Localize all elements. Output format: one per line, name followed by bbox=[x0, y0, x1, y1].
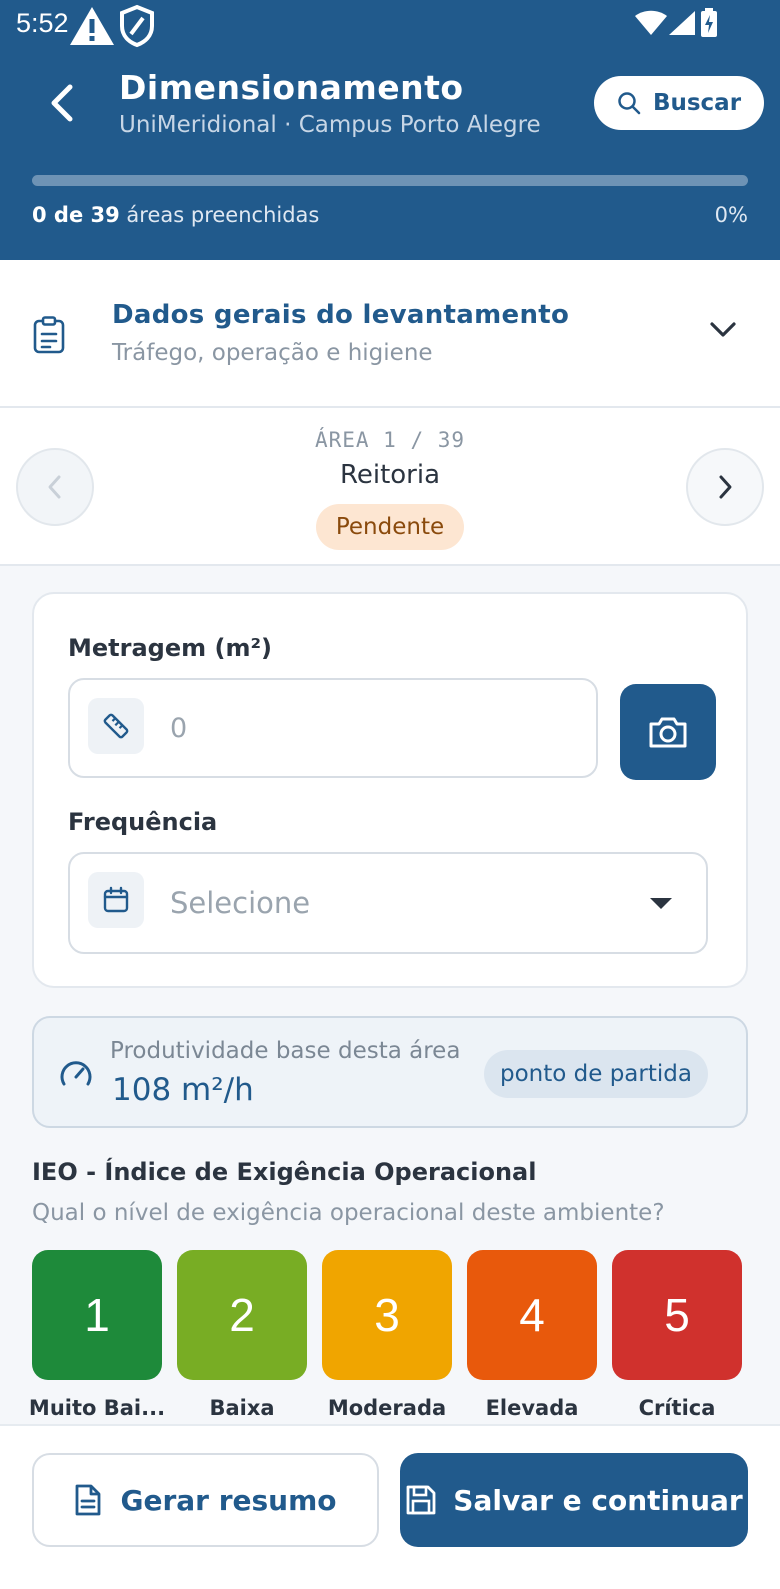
battery-icon bbox=[700, 8, 718, 42]
ieo-level-2-value: 2 bbox=[229, 1289, 255, 1341]
ieo-level-5-button[interactable]: 5 bbox=[612, 1250, 742, 1380]
area-form-card: Metragem (m²) 0 Frequência Selecione bbox=[32, 592, 748, 988]
shield-icon bbox=[118, 4, 156, 52]
ieo-level-1-button[interactable]: 1 bbox=[32, 1250, 162, 1380]
progress-count: 0 de 39 bbox=[32, 203, 120, 227]
back-button[interactable] bbox=[40, 78, 84, 128]
search-button[interactable]: Buscar bbox=[594, 76, 764, 130]
status-badge: Pendente bbox=[316, 504, 464, 550]
ieo-level-3-value: 3 bbox=[374, 1289, 400, 1341]
ieo-level-2-button[interactable]: 2 bbox=[177, 1250, 307, 1380]
save-continue-button[interactable]: Salvar e continuar bbox=[400, 1453, 748, 1547]
wifi-icon bbox=[634, 10, 668, 40]
ieo-level-5-value: 5 bbox=[664, 1289, 690, 1341]
ieo-question: Qual o nível de exigência operacional de… bbox=[32, 1200, 665, 1226]
ruler-icon bbox=[88, 698, 144, 754]
ieo-level-3-label: Moderada bbox=[327, 1396, 447, 1420]
productivity-value: 108 m²/h bbox=[112, 1072, 254, 1108]
area-size-label: Metragem (m²) bbox=[68, 634, 272, 662]
progress-text: 0 de 39 áreas preenchidas bbox=[32, 203, 319, 227]
document-icon bbox=[76, 1484, 101, 1516]
arrow-left-icon bbox=[51, 84, 73, 122]
dropdown-caret-icon bbox=[650, 898, 672, 909]
ieo-level-1-value: 1 bbox=[84, 1289, 110, 1341]
chevron-right-icon bbox=[719, 475, 732, 499]
generate-summary-label: Gerar resumo bbox=[120, 1483, 337, 1517]
ieo-level-1-label: Muito Bai... bbox=[28, 1396, 166, 1420]
area-size-input[interactable]: 0 bbox=[68, 678, 598, 778]
calendar-icon bbox=[88, 872, 144, 928]
app-header: 5:52 Dimensionamento UniMeridional · Cam… bbox=[0, 0, 780, 260]
productivity-card: Produtividade base desta área 108 m²/h p… bbox=[32, 1016, 748, 1128]
chevron-down-icon bbox=[708, 320, 738, 344]
ieo-level-4-value: 4 bbox=[519, 1289, 545, 1341]
productivity-label: Produtividade base desta área bbox=[110, 1038, 461, 1064]
general-data-accordion[interactable]: Dados gerais do levantamento Tráfego, op… bbox=[0, 260, 780, 408]
progress-percent: 0% bbox=[714, 203, 748, 227]
save-continue-label: Salvar e continuar bbox=[453, 1483, 743, 1517]
section-subtitle: Tráfego, operação e higiene bbox=[112, 340, 433, 366]
next-area-button[interactable] bbox=[686, 448, 764, 526]
status-time: 5:52 bbox=[16, 8, 69, 38]
section-title: Dados gerais do levantamento bbox=[112, 300, 570, 330]
progress-bar bbox=[32, 175, 748, 186]
search-button-label: Buscar bbox=[652, 90, 742, 116]
clipboard-icon bbox=[32, 316, 66, 358]
bottom-action-bar: Gerar resumo Salvar e continuar bbox=[0, 1424, 780, 1589]
ieo-level-4-label: Elevada bbox=[485, 1396, 579, 1420]
warning-icon bbox=[68, 4, 116, 52]
generate-summary-button[interactable]: Gerar resumo bbox=[32, 1453, 379, 1547]
save-icon bbox=[406, 1485, 436, 1515]
page-subtitle: UniMeridional · Campus Porto Alegre bbox=[119, 112, 541, 138]
ieo-level-5-label: Crítica bbox=[638, 1396, 716, 1420]
area-size-placeholder: 0 bbox=[170, 713, 188, 744]
ieo-level-2-label: Baixa bbox=[209, 1396, 275, 1420]
speedometer-icon bbox=[58, 1056, 94, 1096]
frequency-select[interactable]: Selecione bbox=[68, 852, 708, 954]
progress-suffix: áreas preenchidas bbox=[126, 203, 320, 227]
area-name: Reitoria bbox=[339, 460, 441, 490]
frequency-label: Frequência bbox=[68, 808, 218, 836]
area-counter: ÁREA 1 / 39 bbox=[314, 428, 466, 452]
frequency-value: Selecione bbox=[170, 886, 311, 920]
camera-icon bbox=[649, 717, 687, 748]
page-title: Dimensionamento bbox=[119, 68, 464, 107]
ieo-level-3-button[interactable]: 3 bbox=[322, 1250, 452, 1380]
productivity-badge: ponto de partida bbox=[484, 1050, 708, 1098]
area-navigator: ÁREA 1 / 39 Reitoria Pendente bbox=[0, 408, 780, 566]
ieo-title: IEO - Índice de Exigência Operacional bbox=[32, 1158, 537, 1186]
ieo-level-4-button[interactable]: 4 bbox=[467, 1250, 597, 1380]
signal-icon bbox=[668, 10, 696, 40]
search-icon bbox=[618, 92, 641, 115]
status-bar: 5:52 bbox=[0, 0, 780, 52]
camera-button[interactable] bbox=[620, 684, 716, 780]
